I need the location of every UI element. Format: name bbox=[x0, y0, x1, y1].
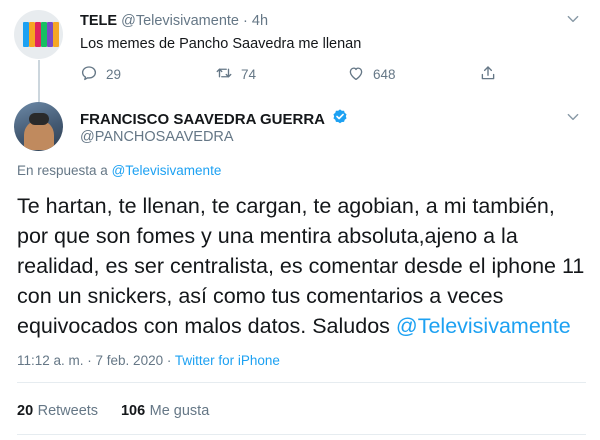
mention-link[interactable]: @Televisivamente bbox=[396, 314, 571, 338]
retweets-stat[interactable]: 20 Retweets bbox=[17, 402, 103, 419]
main-handle[interactable]: @PANCHOSAAVEDRA bbox=[80, 129, 234, 145]
chevron-down-icon[interactable] bbox=[566, 110, 580, 127]
parent-time[interactable]: 4h bbox=[252, 13, 268, 29]
likes-stat[interactable]: 106 Me gusta bbox=[121, 402, 209, 419]
header-separator: · bbox=[243, 13, 248, 29]
avatar-stripe bbox=[53, 22, 59, 47]
meta-separator: · bbox=[166, 353, 172, 368]
main-tweet-text: Te hartan, te llenan, te cargan, te agob… bbox=[17, 191, 587, 341]
avatar-tele[interactable] bbox=[14, 10, 63, 59]
like-button[interactable]: 648 bbox=[347, 64, 396, 85]
parent-handle[interactable]: @Televisivamente bbox=[121, 13, 239, 29]
likes-label: Me gusta bbox=[149, 403, 210, 419]
retweet-count: 74 bbox=[241, 67, 257, 82]
divider bbox=[17, 434, 586, 435]
parent-tweet-text: Los memes de Pancho Saavedra me llenan bbox=[80, 36, 362, 52]
verified-badge-icon bbox=[331, 108, 349, 131]
reply-prefix: En respuesta a bbox=[17, 163, 108, 178]
chevron-down-icon[interactable] bbox=[566, 12, 580, 29]
retweets-count: 20 bbox=[17, 403, 34, 419]
retweet-icon bbox=[215, 64, 233, 85]
likes-count: 106 bbox=[120, 403, 146, 419]
retweet-button[interactable]: 74 bbox=[215, 64, 256, 85]
reply-context: En respuesta a @Televisivamente bbox=[17, 163, 221, 178]
avatar-photo-highlight bbox=[29, 113, 49, 125]
tweet-meta: 11:12 a. m. · 7 feb. 2020 · Twitter for … bbox=[17, 353, 280, 368]
like-count: 648 bbox=[373, 67, 396, 82]
parent-tweet-header: TELE @Televisivamente · 4h bbox=[80, 13, 268, 29]
reply-icon bbox=[80, 64, 98, 85]
share-icon bbox=[479, 64, 497, 85]
avatar-francisco-saavedra[interactable] bbox=[14, 102, 63, 151]
reply-count: 29 bbox=[106, 67, 122, 82]
main-tweet-header: FRANCISCO SAAVEDRA GUERRA bbox=[80, 108, 349, 131]
share-button[interactable] bbox=[479, 64, 497, 85]
thread-connector-line bbox=[38, 60, 40, 102]
retweets-label: Retweets bbox=[37, 403, 99, 419]
tweet-stats: 20 Retweets 106 Me gusta bbox=[17, 402, 209, 420]
parent-display-name[interactable]: TELE bbox=[80, 13, 117, 29]
tweet-source[interactable]: Twitter for iPhone bbox=[175, 353, 280, 368]
heart-icon bbox=[347, 64, 365, 85]
tweet-timestamp[interactable]: 11:12 a. m. · 7 feb. 2020 bbox=[17, 353, 163, 368]
main-display-name[interactable]: FRANCISCO SAAVEDRA GUERRA bbox=[80, 111, 325, 128]
reply-button[interactable]: 29 bbox=[80, 64, 121, 85]
divider bbox=[17, 382, 586, 383]
reply-to-link[interactable]: @Televisivamente bbox=[112, 163, 222, 178]
